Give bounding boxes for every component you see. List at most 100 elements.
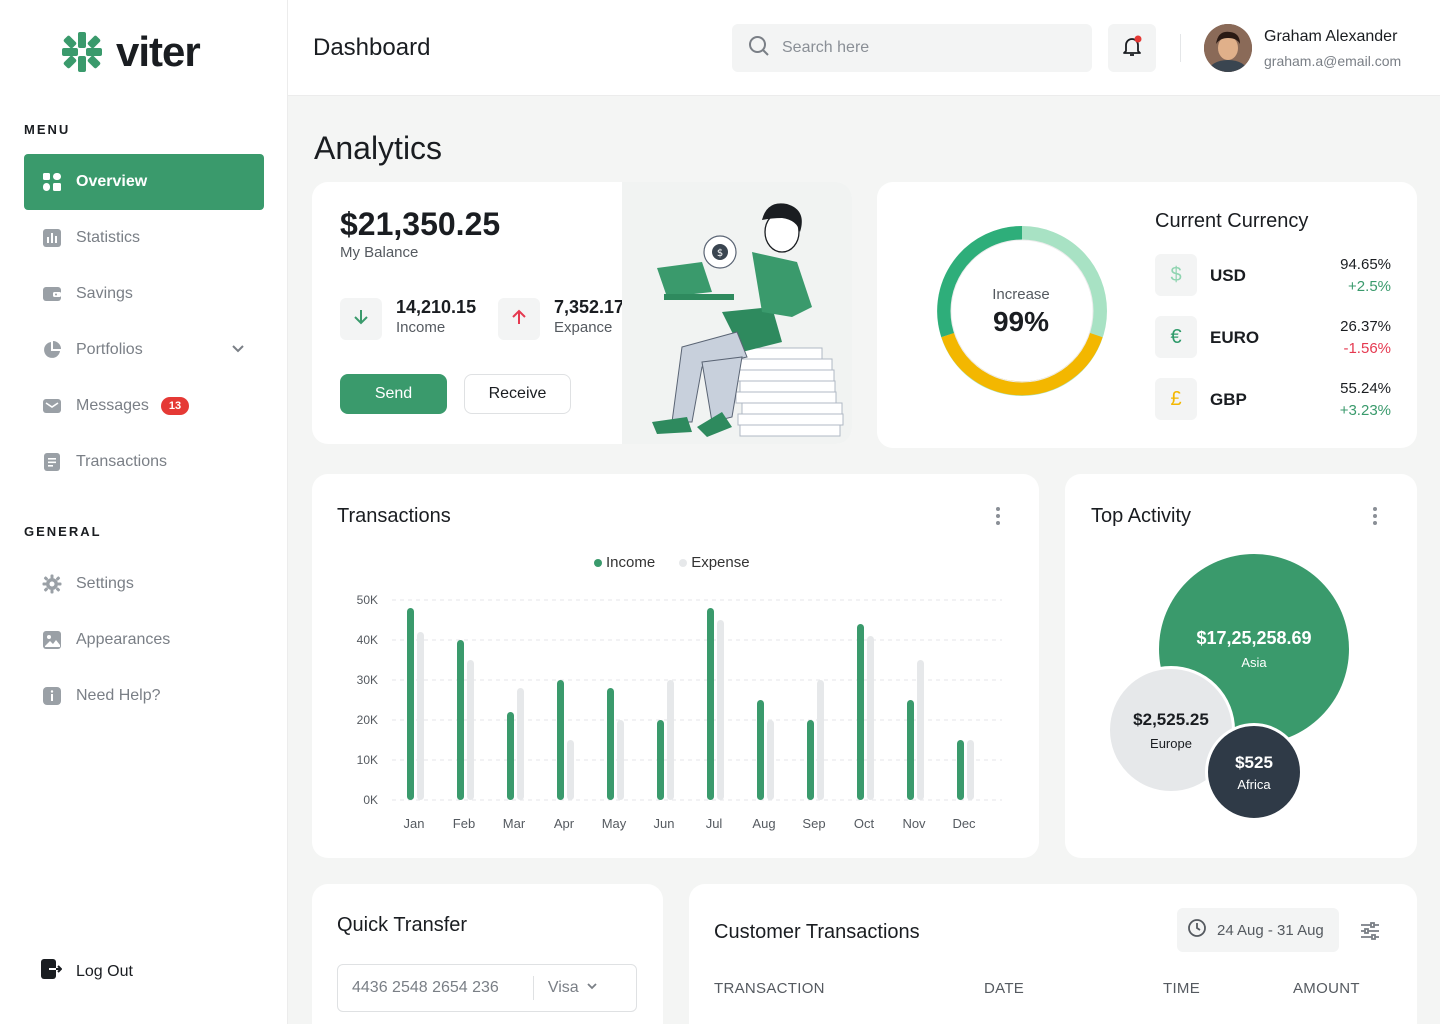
search-bar[interactable]: [732, 24, 1092, 72]
info-icon: [42, 686, 62, 706]
bar-expense-dec[interactable]: [967, 740, 974, 800]
bar-income-mar[interactable]: [507, 712, 514, 800]
currency-change-usd: +2.5%: [1348, 278, 1391, 295]
legend-income[interactable]: Income: [594, 554, 655, 571]
logout-label: Log Out: [76, 962, 133, 980]
chevron-down-icon[interactable]: [585, 979, 599, 998]
bar-expense-jan[interactable]: [417, 632, 424, 800]
sidebar-item-messages[interactable]: Messages 13: [24, 378, 264, 434]
bar-expense-aug[interactable]: [767, 720, 774, 800]
legend-expense[interactable]: Expense: [679, 554, 750, 571]
card-number-field[interactable]: 4436 2548 2654 236 Visa: [337, 964, 637, 1012]
header-divider: [1180, 34, 1181, 62]
currency-name-usd: USD: [1210, 266, 1246, 285]
arrow-down-icon: [351, 307, 371, 332]
logo-icon: [60, 30, 104, 74]
bar-expense-jun[interactable]: [667, 680, 674, 800]
sidebar-item-savings[interactable]: Savings: [24, 266, 264, 322]
currency-name-euro: EURO: [1210, 328, 1260, 347]
bar-income-oct[interactable]: [857, 624, 864, 800]
x-tick-label: Jun: [654, 816, 675, 831]
header-title: Dashboard: [313, 34, 431, 61]
person-laptop-illustration: $: [622, 182, 852, 444]
bar-income-nov[interactable]: [907, 700, 914, 800]
gear-icon: [42, 574, 62, 594]
bar-expense-jul[interactable]: [717, 620, 724, 800]
bar-income-dec[interactable]: [957, 740, 964, 800]
logo[interactable]: viter: [60, 28, 201, 76]
document-icon: [42, 452, 62, 472]
x-tick-label: Mar: [503, 816, 526, 831]
y-tick-label: 0K: [363, 793, 378, 807]
sidebar-item-transactions[interactable]: Transactions: [24, 434, 264, 490]
bar-expense-mar[interactable]: [517, 688, 524, 800]
bar-income-jun[interactable]: [657, 720, 664, 800]
transactions-bar-chart: 0K 10K 20K 30K 40K 50K Jan Feb Mar Apr May Jun Jul Au…: [357, 593, 1002, 831]
date-range-picker[interactable]: 24 Aug - 31 Aug: [1177, 908, 1339, 952]
logout-button[interactable]: Log Out: [40, 958, 133, 985]
sidebar-item-need-help[interactable]: Need Help?: [24, 668, 264, 724]
bar-income-sep[interactable]: [807, 720, 814, 800]
receive-button[interactable]: Receive: [464, 374, 571, 414]
sidebar-item-label: Overview: [76, 173, 148, 190]
quick-transfer-title: Quick Transfer: [337, 914, 468, 936]
more-options-icon[interactable]: [1365, 506, 1385, 526]
user-name: Graham Alexander: [1264, 28, 1398, 45]
income-value: 14,210.15: [396, 297, 477, 317]
currency-pct-gbp: 55.24%: [1340, 380, 1391, 397]
bar-chart-icon: [42, 228, 62, 248]
search-input[interactable]: [782, 39, 1062, 57]
bar-expense-nov[interactable]: [917, 660, 924, 800]
column-header-transaction[interactable]: TRANSACTION: [714, 980, 825, 997]
send-button[interactable]: Send: [340, 374, 447, 414]
legend-dot: [594, 558, 602, 567]
bar-income-aug[interactable]: [757, 700, 764, 800]
more-options-icon[interactable]: [988, 506, 1008, 526]
pound-icon: £: [1155, 378, 1197, 420]
bar-expense-apr[interactable]: [567, 740, 574, 800]
sidebar-item-settings[interactable]: Settings: [24, 556, 264, 612]
bar-expense-sep[interactable]: [817, 680, 824, 800]
image-icon: [42, 630, 62, 650]
filter-sliders-icon[interactable]: [1359, 920, 1381, 947]
bar-income-jul[interactable]: [707, 608, 714, 800]
chevron-down-icon[interactable]: [230, 340, 246, 361]
legend-label: Expense: [691, 554, 750, 571]
sidebar-item-portfolios[interactable]: Portfolios: [24, 322, 264, 378]
sidebar-item-label: Savings: [76, 285, 133, 302]
sidebar-item-overview[interactable]: Overview: [24, 154, 264, 210]
bar-income-apr[interactable]: [557, 680, 564, 800]
card-number: 4436 2548 2654 236: [352, 979, 499, 996]
column-header-time[interactable]: TIME: [1163, 980, 1200, 997]
menu-section-label: MENU: [24, 122, 71, 137]
currency-name-gbp: GBP: [1210, 390, 1247, 409]
bar-expense-oct[interactable]: [867, 636, 874, 800]
bar-expense-feb[interactable]: [467, 660, 474, 800]
bar-income-may[interactable]: [607, 688, 614, 800]
legend-dot: [679, 558, 688, 567]
column-header-amount[interactable]: AMOUNT: [1293, 980, 1360, 997]
sidebar-item-statistics[interactable]: Statistics: [24, 210, 264, 266]
sidebar-item-appearances[interactable]: Appearances: [24, 612, 264, 668]
sidebar-item-label: Messages: [76, 397, 149, 414]
avatar[interactable]: [1204, 24, 1252, 72]
bubble-africa[interactable]: $525 Africa: [1205, 723, 1303, 821]
x-tick-label: Dec: [952, 816, 976, 831]
notifications-button[interactable]: [1108, 24, 1156, 72]
sidebar-item-label: Portfolios: [76, 341, 143, 358]
bar-expense-may[interactable]: [617, 720, 624, 800]
customer-transactions-title: Customer Transactions: [714, 921, 920, 943]
top-activity-card: Top Activity $17,25,258.69 Asia $2,525.2…: [1065, 474, 1417, 858]
income-label: Income: [396, 319, 446, 336]
card-type-select[interactable]: Visa: [548, 979, 579, 997]
currency-pct-euro: 26.37%: [1340, 318, 1391, 335]
svg-text:$: $: [717, 248, 723, 259]
wallet-icon: [42, 284, 62, 304]
bar-income-feb[interactable]: [457, 640, 464, 800]
column-header-date[interactable]: DATE: [984, 980, 1024, 997]
message-count-badge: 13: [160, 397, 190, 415]
y-tick-label: 30K: [357, 673, 378, 687]
bar-income-jan[interactable]: [407, 608, 414, 800]
x-tick-label: Sep: [802, 816, 825, 831]
y-tick-label: 20K: [357, 713, 378, 727]
